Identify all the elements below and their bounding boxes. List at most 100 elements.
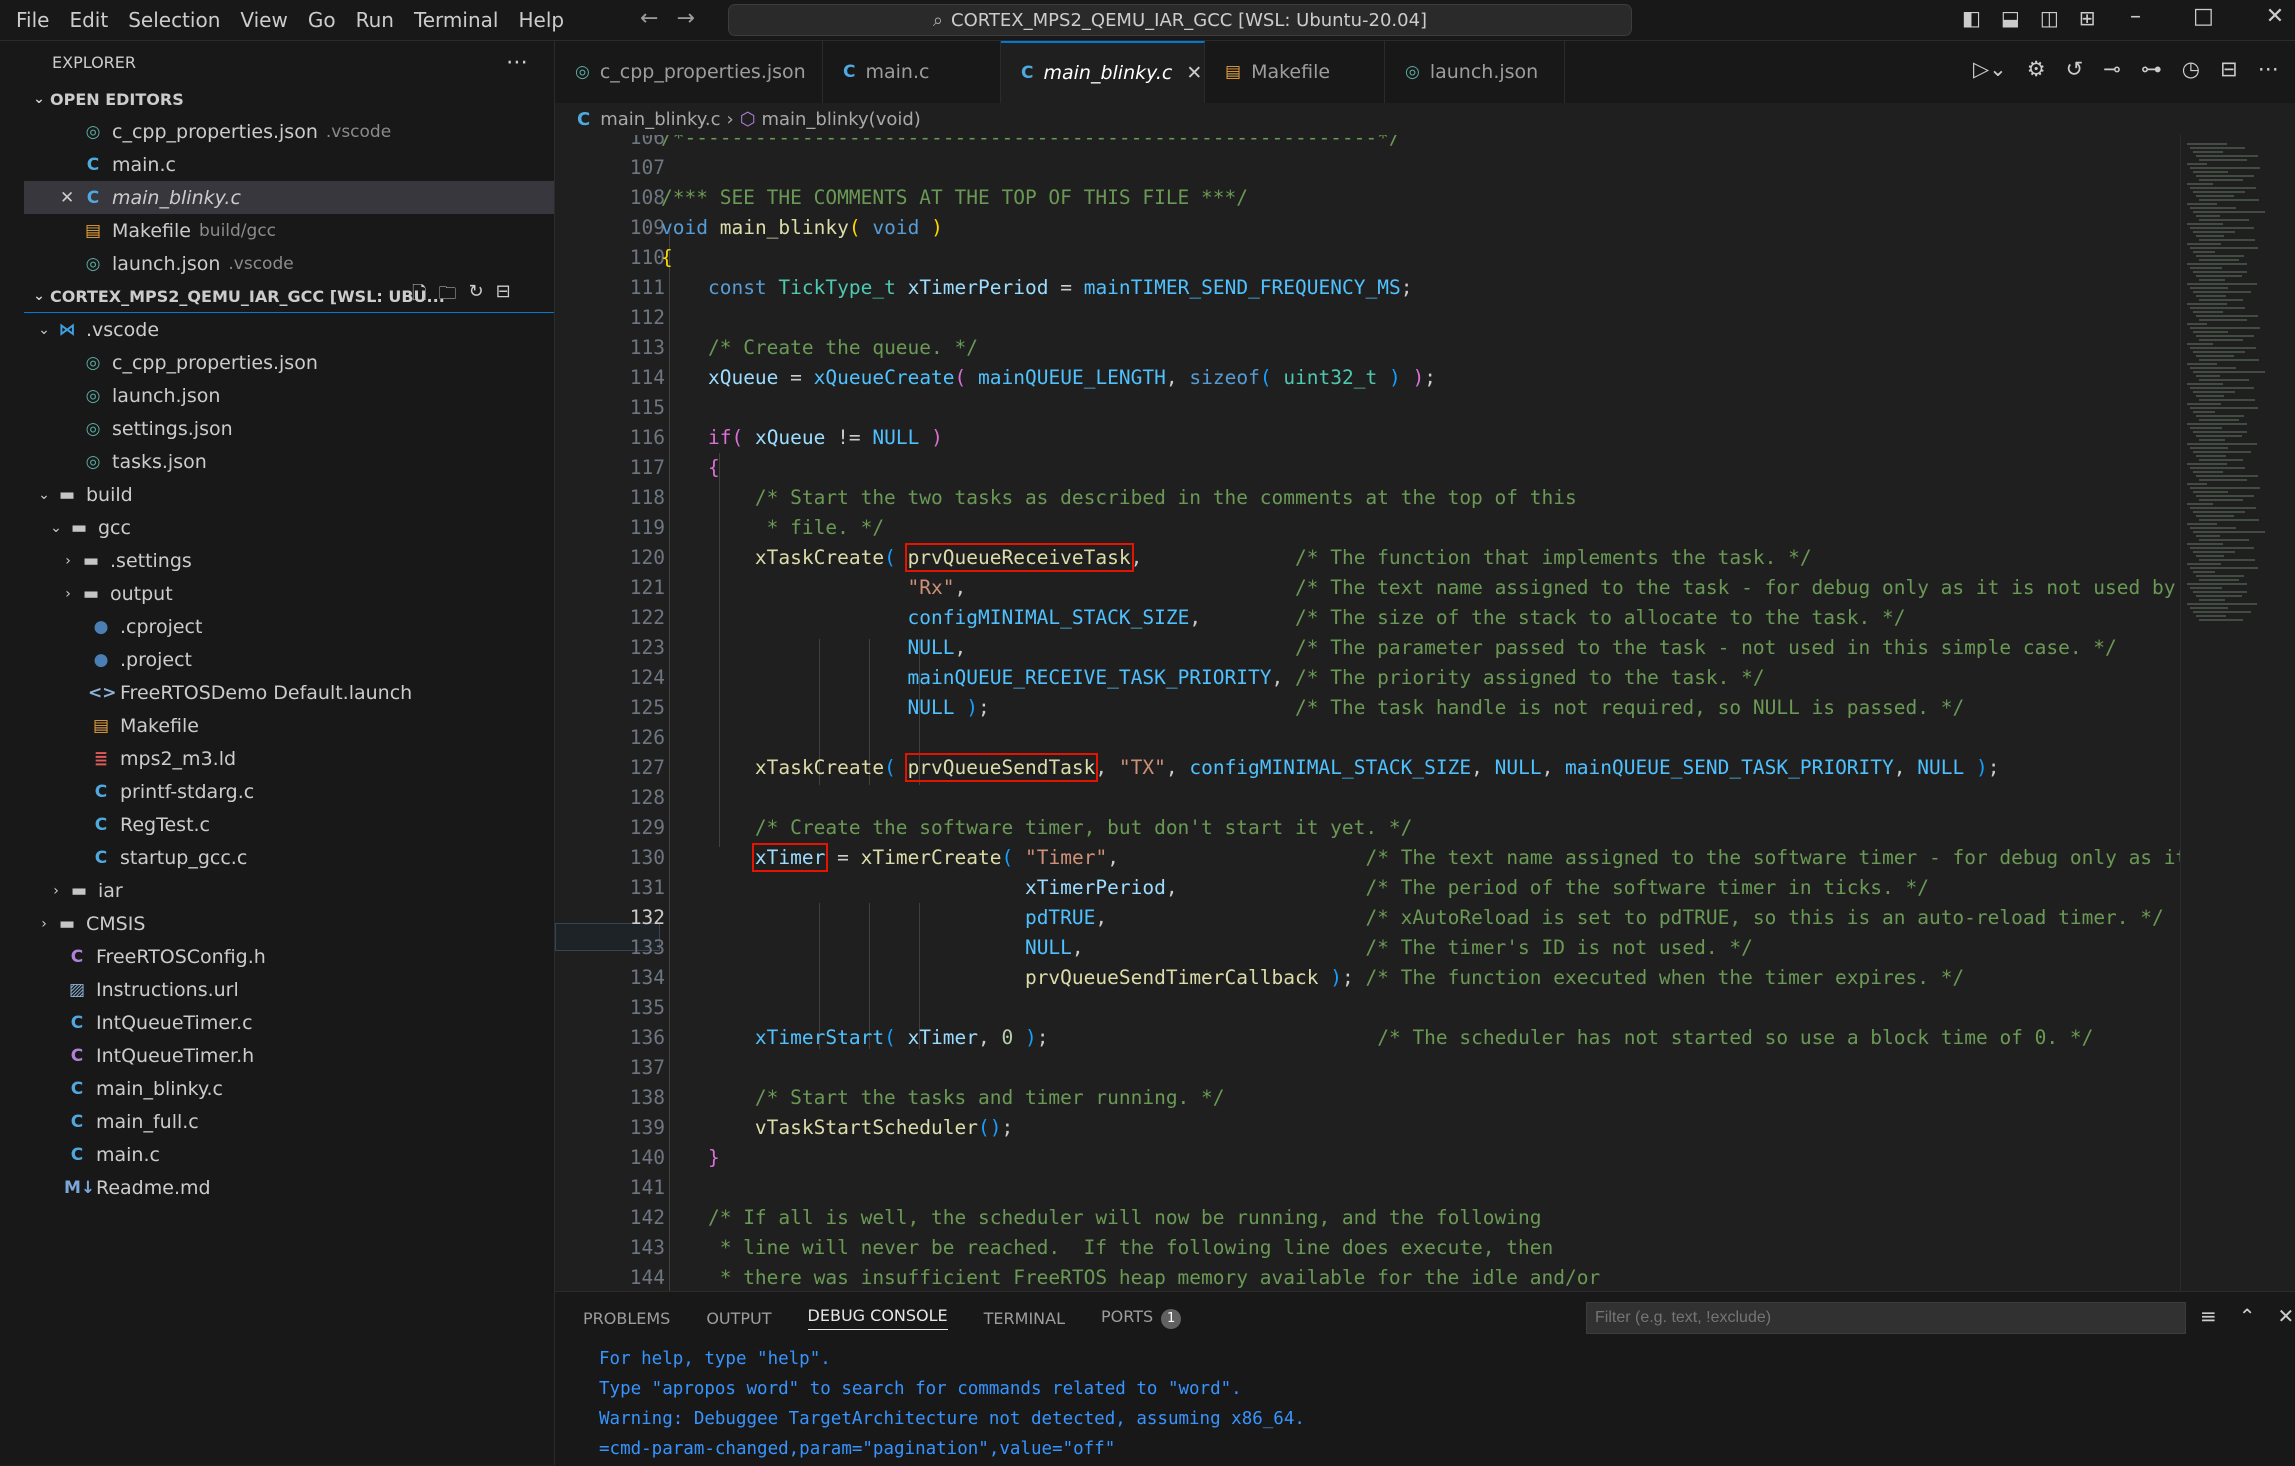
step-forward-icon[interactable]: ⊶ bbox=[2141, 57, 2162, 81]
tree-file[interactable]: ≣ mps2_m3.ld bbox=[24, 742, 554, 775]
menu-run[interactable]: Run bbox=[346, 8, 404, 32]
tree-file[interactable]: C printf-stdarg.c bbox=[24, 775, 554, 808]
tab-main-blinky-c[interactable]: C main_blinky.c ✕ bbox=[1001, 41, 1205, 103]
open-editors-header[interactable]: ⌄ OPEN EDITORS bbox=[24, 83, 554, 115]
tab-debug-console[interactable]: DEBUG CONSOLE bbox=[807, 1306, 948, 1330]
tree-file[interactable]: ▨ Instructions.url bbox=[24, 973, 554, 1006]
minimap-line bbox=[2196, 355, 2234, 357]
tree-file[interactable]: ● .cproject bbox=[24, 610, 554, 643]
tree-file[interactable]: C RegTest.c bbox=[24, 808, 554, 841]
url-file-icon: ▨ bbox=[68, 979, 86, 1000]
new-folder-icon[interactable]: 🗀 bbox=[438, 281, 456, 311]
close-panel-icon[interactable]: ✕ bbox=[2278, 1304, 2295, 1328]
tab-ports[interactable]: PORTS 1 bbox=[1101, 1307, 1182, 1329]
open-editor-item[interactable]: ▤ Makefile build/gcc bbox=[24, 214, 554, 247]
back-arrow-icon[interactable]: ← bbox=[640, 6, 658, 31]
menu-edit[interactable]: Edit bbox=[59, 8, 118, 32]
tab-main-c[interactable]: C main.c bbox=[823, 41, 1001, 103]
code-line: 143 * line will never be reached. If the… bbox=[629, 1236, 1554, 1259]
timeline-icon[interactable]: ◷ bbox=[2182, 57, 2200, 81]
tree-folder-build[interactable]: ⌄ ▬ build bbox=[24, 478, 554, 511]
open-editor-item[interactable]: C main.c bbox=[24, 148, 554, 181]
code-editor[interactable]: 106/*-----------------------------------… bbox=[555, 135, 2180, 1291]
code-line: 109 void main_blinky( void ) bbox=[629, 216, 943, 239]
clear-console-icon[interactable]: ≡ bbox=[2200, 1304, 2217, 1328]
toggle-panel-icon[interactable]: ⬓ bbox=[2001, 6, 2020, 30]
menu-selection[interactable]: Selection bbox=[118, 8, 230, 32]
step-back-icon[interactable]: ↺ bbox=[2066, 57, 2084, 81]
open-editor-item[interactable]: ◎ c_cpp_properties.json .vscode bbox=[24, 115, 554, 148]
menu-terminal[interactable]: Terminal bbox=[404, 8, 509, 32]
tab-c-cpp-properties[interactable]: ◎ c_cpp_properties.json bbox=[555, 41, 823, 103]
collapse-all-icon[interactable]: ⊟ bbox=[496, 281, 511, 311]
customize-layout-icon[interactable]: ⊞ bbox=[2079, 6, 2096, 30]
run-debug-icon[interactable]: ▷⌄ bbox=[1973, 57, 2007, 81]
close-icon[interactable]: ✕ bbox=[60, 188, 74, 208]
command-center[interactable]: ⌕ CORTEX_MPS2_QEMU_IAR_GCC [WSL: Ubuntu-… bbox=[728, 4, 1632, 36]
more-actions-icon[interactable]: ⋯ bbox=[506, 50, 528, 75]
minimap-line bbox=[2190, 207, 2236, 209]
toggle-secondary-sidebar-icon[interactable]: ◫ bbox=[2040, 6, 2059, 30]
tab-output[interactable]: OUTPUT bbox=[706, 1309, 771, 1328]
forward-arrow-icon[interactable]: → bbox=[676, 6, 694, 31]
open-editor-item-active[interactable]: ✕ C main_blinky.c bbox=[24, 181, 554, 214]
tree-file[interactable]: ◎ c_cpp_properties.json bbox=[24, 346, 554, 379]
maximize-icon[interactable]: □ bbox=[2193, 4, 2214, 29]
tree-folder-cmsis[interactable]: › ▬ CMSIS bbox=[24, 907, 554, 940]
tree-file[interactable]: C main_blinky.c bbox=[24, 1072, 554, 1105]
menu-help[interactable]: Help bbox=[508, 8, 574, 32]
tree-file[interactable]: ◎ launch.json bbox=[24, 379, 554, 412]
minimap-line bbox=[2193, 591, 2247, 593]
toggle-sidebar-icon[interactable]: ◧ bbox=[1962, 6, 1981, 30]
minimap[interactable] bbox=[2180, 135, 2295, 1291]
tree-file[interactable]: ◎ tasks.json bbox=[24, 445, 554, 478]
open-editor-item[interactable]: ◎ launch.json .vscode bbox=[24, 247, 554, 280]
tree-file[interactable]: <> FreeRTOSDemo Default.launch bbox=[24, 676, 554, 709]
close-icon[interactable]: ✕ bbox=[1186, 62, 1202, 84]
menu-view[interactable]: View bbox=[230, 8, 297, 32]
tree-folder-settings[interactable]: › ▬ .settings bbox=[24, 544, 554, 577]
minimap-line bbox=[2196, 155, 2258, 157]
split-editor-icon[interactable]: ⊟ bbox=[2220, 57, 2238, 81]
tree-file[interactable]: C IntQueueTimer.c bbox=[24, 1006, 554, 1039]
tree-file[interactable]: ● .project bbox=[24, 643, 554, 676]
step-icon[interactable]: ⊸ bbox=[2103, 57, 2121, 81]
tree-file[interactable]: C FreeRTOSConfig.h bbox=[24, 940, 554, 973]
menu-file[interactable]: File bbox=[6, 8, 59, 32]
tree-file[interactable]: C startup_gcc.c bbox=[24, 841, 554, 874]
workspace-header[interactable]: ⌄ CORTEX_MPS2_QEMU_IAR_GCC [WSL: UBU... … bbox=[24, 280, 554, 312]
tree-file[interactable]: ◎ settings.json bbox=[24, 412, 554, 445]
tab-terminal[interactable]: TERMINAL bbox=[984, 1309, 1065, 1328]
minimap-line bbox=[2187, 463, 2227, 465]
minimap-line bbox=[2187, 263, 2247, 265]
minimap-line bbox=[2199, 499, 2243, 501]
gear-icon[interactable]: ⚙ bbox=[2027, 57, 2046, 81]
refresh-icon[interactable]: ↻ bbox=[468, 281, 483, 311]
new-file-icon[interactable]: 🗋 bbox=[412, 281, 426, 311]
close-window-icon[interactable]: ✕ bbox=[2266, 4, 2284, 29]
tree-file[interactable]: C IntQueueTimer.h bbox=[24, 1039, 554, 1072]
minimap-line bbox=[2187, 163, 2207, 165]
breadcrumb-symbol[interactable]: main_blinky(void) bbox=[761, 109, 920, 130]
console-filter-input[interactable] bbox=[1586, 1302, 2186, 1334]
tree-file[interactable]: C main_full.c bbox=[24, 1105, 554, 1138]
tree-file[interactable]: C main.c bbox=[24, 1138, 554, 1171]
maximize-panel-icon[interactable]: ⌃ bbox=[2239, 1304, 2256, 1328]
tree-folder-gcc[interactable]: ⌄ ▬ gcc bbox=[24, 511, 554, 544]
more-actions-icon[interactable]: ⋯ bbox=[2258, 57, 2279, 81]
menu-go[interactable]: Go bbox=[298, 8, 346, 32]
console-line: =cmd-param-changed,param="pagination",va… bbox=[599, 1439, 1116, 1459]
tree-folder-iar[interactable]: › ▬ iar bbox=[24, 874, 554, 907]
tree-folder-output[interactable]: › ▬ output bbox=[24, 577, 554, 610]
breadcrumb-file[interactable]: main_blinky.c bbox=[600, 109, 720, 130]
minimap-line bbox=[2193, 411, 2215, 413]
minimap-line bbox=[2190, 447, 2228, 449]
tree-file[interactable]: ▤ Makefile bbox=[24, 709, 554, 742]
tree-folder-vscode[interactable]: ⌄ ⋈ .vscode bbox=[24, 313, 554, 346]
tab-launch-json[interactable]: ◎ launch.json bbox=[1385, 41, 1565, 103]
eclipse-icon: ● bbox=[93, 649, 109, 670]
tab-problems[interactable]: PROBLEMS bbox=[583, 1309, 670, 1328]
minimize-icon[interactable]: – bbox=[2130, 4, 2141, 29]
tree-file[interactable]: M↓ Readme.md bbox=[24, 1171, 554, 1204]
tab-makefile[interactable]: ▤ Makefile bbox=[1205, 41, 1385, 103]
